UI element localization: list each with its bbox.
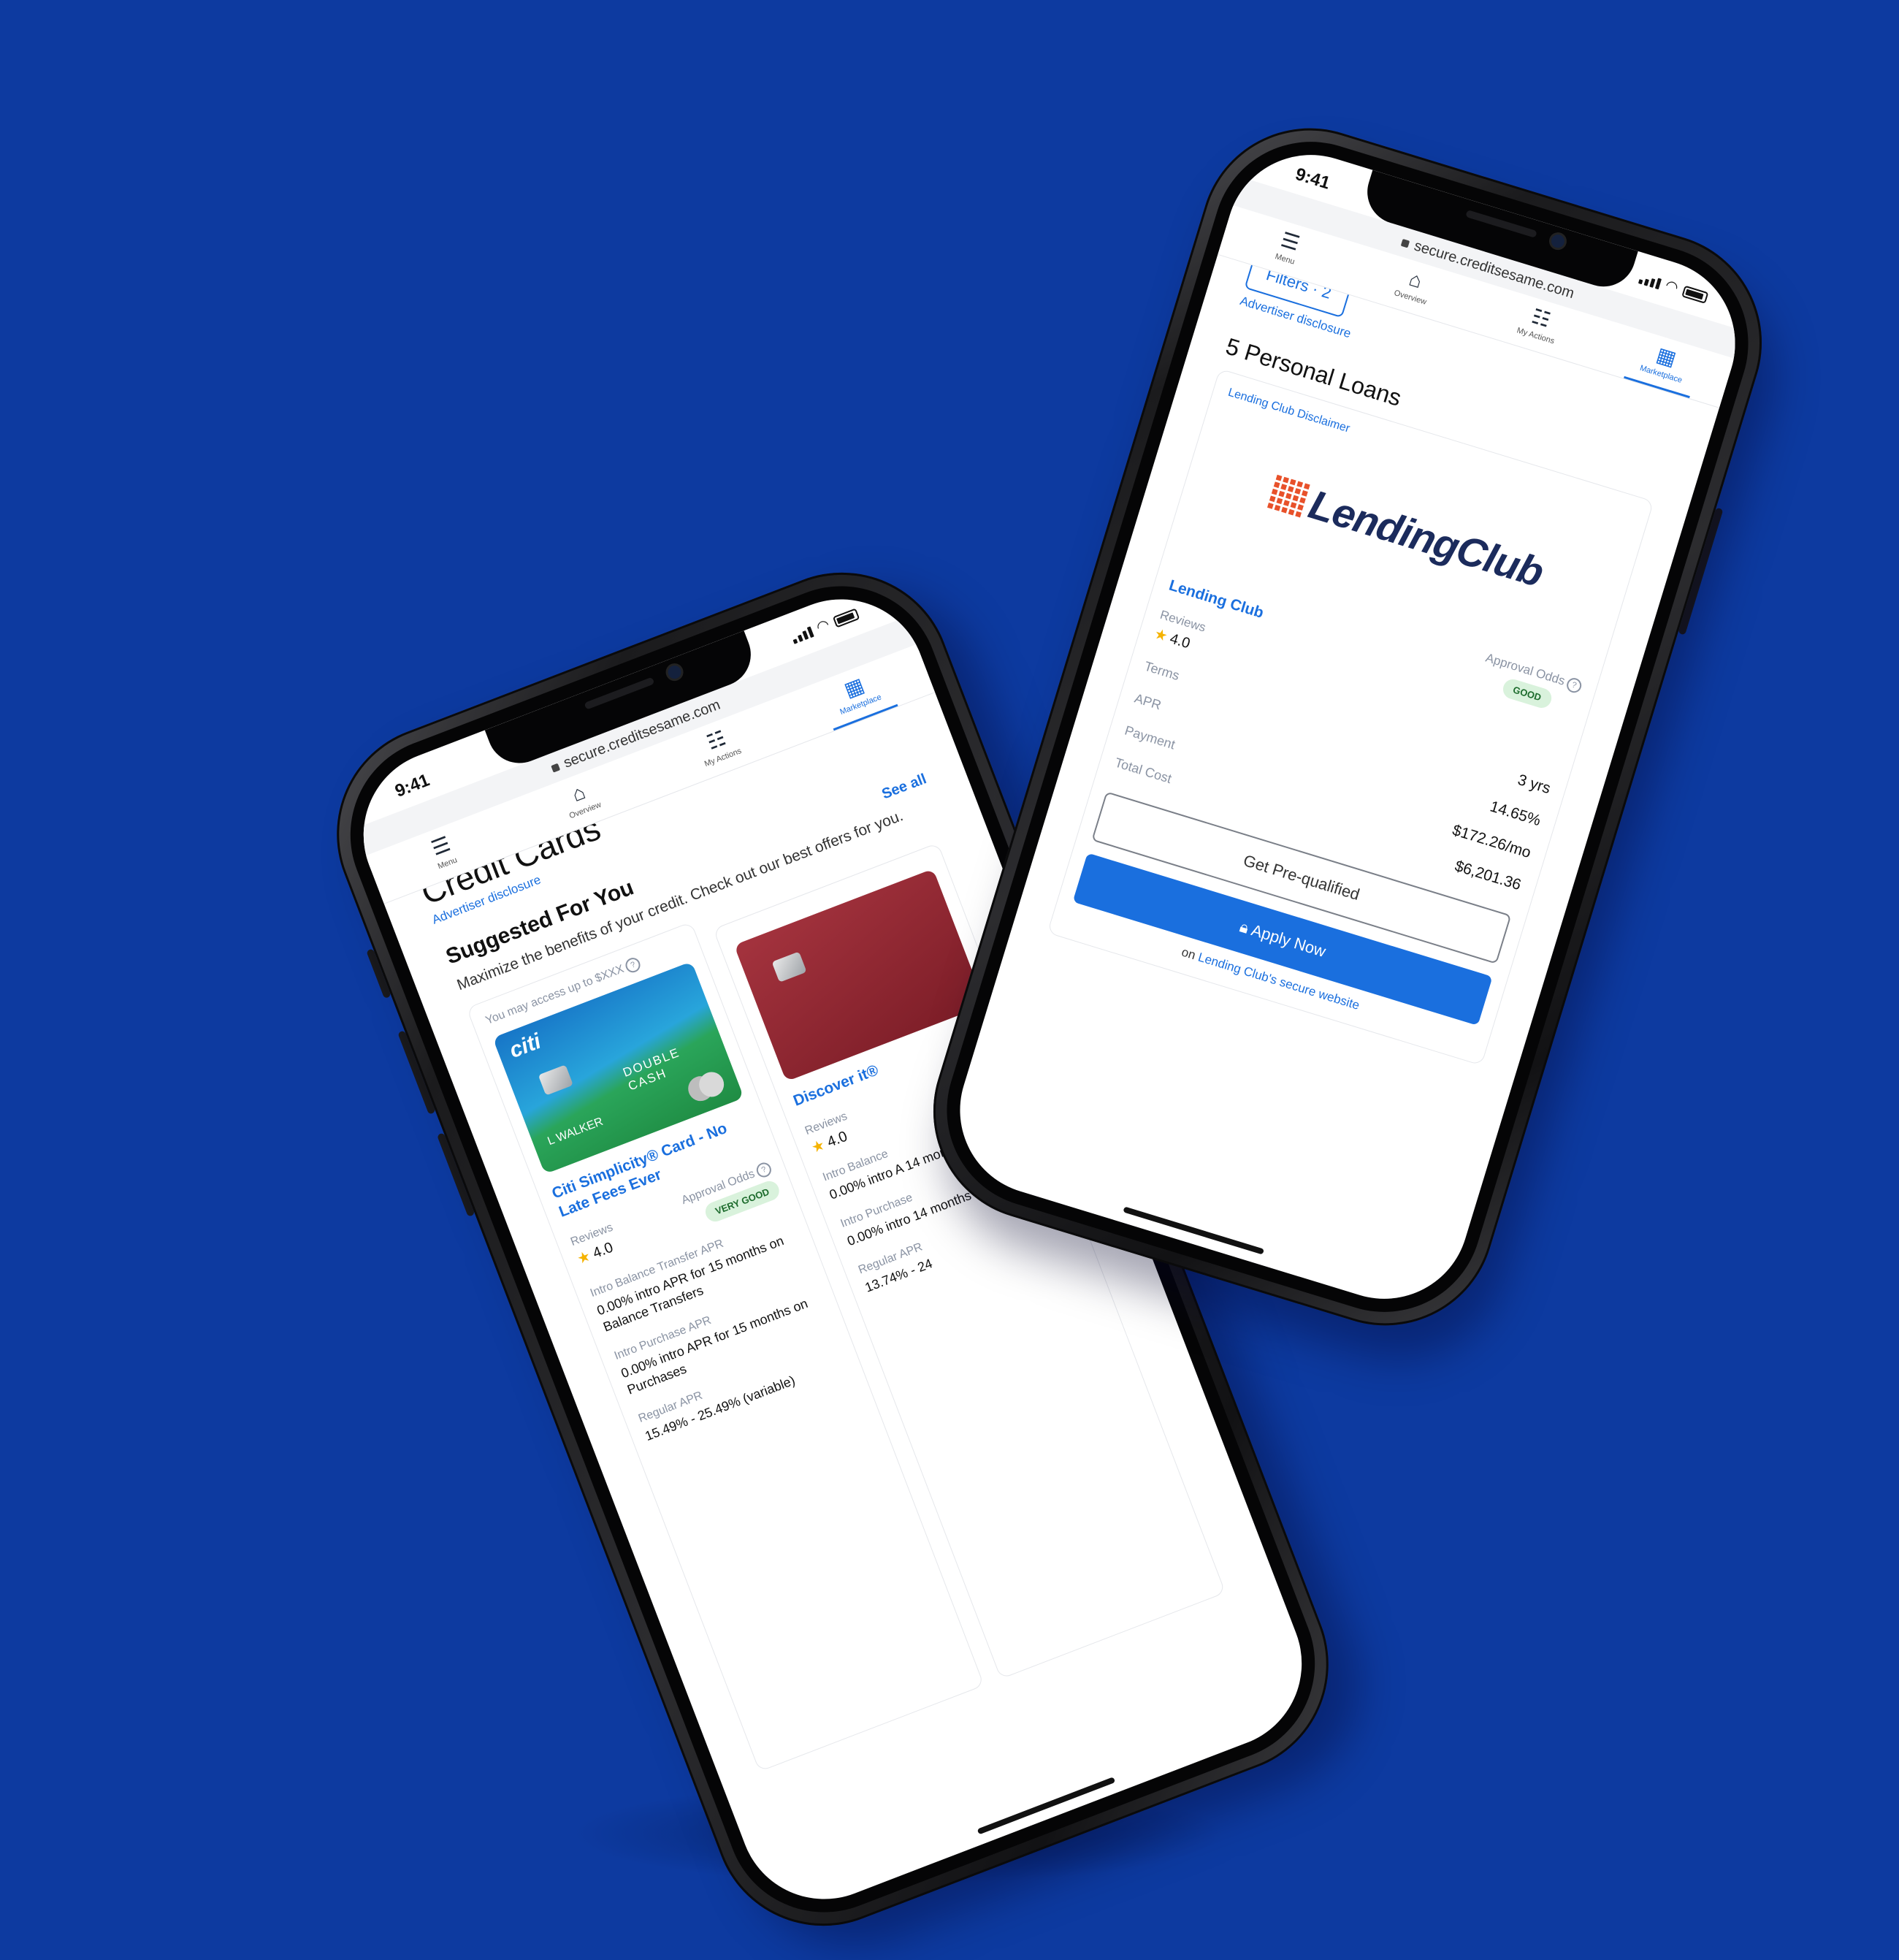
page-content: Filters · 2 Advertiser disclosure 5 Pers… (939, 250, 1719, 1320)
lendingclub-wordmark: LendingClub (1304, 481, 1549, 596)
card-brand-logo: citi (505, 1029, 545, 1064)
help-icon[interactable]: ? (754, 1160, 773, 1180)
star-icon: ★ (1152, 625, 1170, 645)
battery-icon (1681, 285, 1709, 304)
card-chip-icon (771, 951, 807, 983)
lock-icon (1400, 238, 1410, 248)
cardholder-name: L WALKER (546, 1115, 605, 1148)
wifi-icon: ◠ (1663, 277, 1681, 297)
card-chip-icon (538, 1064, 573, 1096)
rating-value: 4.0 (1168, 630, 1193, 652)
signal-icon (1638, 272, 1662, 290)
camera-icon (1549, 232, 1567, 250)
rating-value: 4.0 (590, 1239, 616, 1262)
wifi-icon: ◠ (814, 616, 832, 636)
camera-icon (665, 663, 684, 681)
battery-icon (832, 608, 860, 628)
help-icon[interactable]: ? (1564, 676, 1583, 695)
mastercard-logo-icon (695, 1068, 728, 1101)
status-time: 9:41 (1293, 164, 1333, 194)
star-icon: ★ (809, 1137, 828, 1157)
rating-value: 4.0 (825, 1128, 850, 1151)
phone-personal-loans: 9:41 ◠ secure.creditsesame.com ☰ Menu ⌂ Ov… (906, 101, 1789, 1353)
help-icon[interactable]: ? (623, 956, 643, 975)
star-icon: ★ (575, 1248, 593, 1268)
status-icons: ◠ (790, 607, 860, 644)
status-icons: ◠ (1638, 270, 1709, 304)
status-time: 9:41 (392, 770, 432, 801)
signal-icon (790, 626, 814, 644)
lock-icon (551, 763, 561, 773)
lendingclub-mark-icon (1266, 474, 1310, 518)
